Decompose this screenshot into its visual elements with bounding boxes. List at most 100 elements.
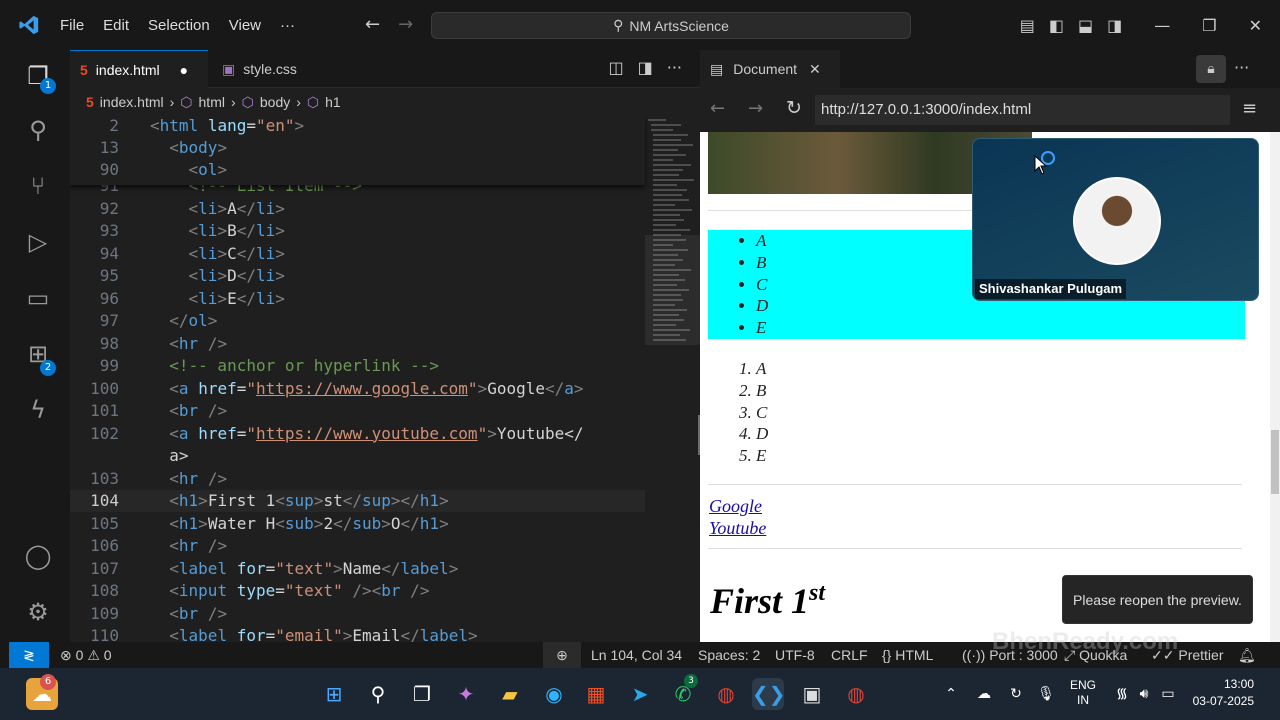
code-line[interactable]: 92 <li>A</li>	[70, 198, 285, 220]
cursor-position[interactable]: Ln 104, Col 34	[591, 642, 682, 668]
edge-icon[interactable]: ◉	[538, 678, 570, 710]
url-input[interactable]: http://127.0.0.1:3000/index.html	[815, 95, 1230, 125]
tab-index-html[interactable]: 5 index.html ●	[70, 50, 208, 88]
code-line[interactable]: 103 <hr />	[70, 468, 227, 490]
close-icon[interactable]: ✕	[809, 61, 821, 78]
vscode-logo-icon[interactable]	[18, 14, 40, 36]
menu-item[interactable]: View	[229, 17, 261, 34]
windows-start-icon[interactable]: ⊞	[318, 678, 350, 710]
code-line[interactable]: 93 <li>B</li>	[70, 220, 285, 242]
code-line[interactable]: 102 <a href="https://www.youtube.com">Yo…	[70, 423, 583, 445]
microphone-icon[interactable]: 🎙︎	[1030, 678, 1062, 710]
code-line[interactable]: 100 <a href="https://www.google.com">Goo…	[70, 378, 583, 400]
breadcrumb-file[interactable]: index.html	[100, 94, 164, 110]
battery-icon[interactable]: ▭	[1152, 678, 1184, 710]
code-line[interactable]: 109 <br />	[70, 603, 227, 625]
toggle-panel-icon[interactable]: ⬓	[1078, 16, 1093, 35]
gear-icon[interactable]: ⚙	[22, 596, 54, 628]
chrome-icon[interactable]: ◍	[710, 678, 742, 710]
code-line[interactable]: 108 <input type="text" /><br />	[70, 580, 429, 602]
onedrive-icon[interactable]: ☁	[968, 678, 1000, 710]
menu-item[interactable]: Edit	[103, 17, 129, 34]
toggle-sidebar-icon[interactable]: ◧	[1049, 16, 1064, 35]
search-icon[interactable]: ⚲	[362, 678, 394, 710]
menu-icon[interactable]: ≡	[1242, 98, 1257, 119]
code-line[interactable]: a>	[70, 445, 188, 467]
code-line[interactable]: 101 <br />	[70, 400, 227, 422]
minimap[interactable]	[645, 115, 700, 642]
sticky-line[interactable]: 2 <html lang="en">	[70, 115, 304, 137]
remote-indicator-icon[interactable]: ≷	[9, 642, 49, 668]
back-arrow-icon[interactable]: ←	[365, 14, 380, 35]
more-actions-icon[interactable]: ···	[667, 58, 682, 77]
google-link[interactable]: Google	[709, 496, 762, 517]
unsaved-dot-icon[interactable]: ●	[180, 62, 188, 78]
code-editor[interactable]: 2 <html lang="en"> 13 <body> 90 <ol> 91 <!-…	[70, 115, 700, 642]
source-control-icon[interactable]: ⑂	[22, 170, 54, 202]
code-line[interactable]: 97 </ol>	[70, 310, 218, 332]
indentation[interactable]: Spaces: 2	[698, 642, 760, 668]
copilot-icon[interactable]: ✦	[450, 678, 482, 710]
customize-layout-icon[interactable]: ▤	[1020, 16, 1035, 35]
code-line[interactable]: 98 <hr />	[70, 333, 227, 355]
code-line[interactable]: 94 <li>C</li>	[70, 243, 285, 265]
menu-item[interactable]: File	[60, 17, 84, 34]
run-debug-icon[interactable]: ▷	[22, 226, 54, 258]
file-explorer-icon[interactable]: ▰	[494, 678, 526, 710]
code-line[interactable]: 107 <label for="text">Name</label>	[70, 558, 458, 580]
language-indicator[interactable]: ENG IN	[1070, 678, 1096, 708]
app-icon[interactable]: ▣	[796, 678, 828, 710]
back-arrow-icon[interactable]: ←	[710, 98, 725, 119]
problems-indicator[interactable]: ⊗ 0 ⚠ 0	[60, 642, 112, 668]
open-preview-icon[interactable]: ◫	[608, 58, 623, 77]
toggle-secondary-sidebar-icon[interactable]: ◨	[1107, 16, 1122, 35]
lock-icon[interactable]: 🔒︎	[1196, 55, 1226, 83]
breadcrumb-html[interactable]: html	[199, 94, 225, 110]
video-call-window[interactable]: Shivashankar Pulugam	[972, 138, 1259, 301]
remote-explorer-icon[interactable]: ▭	[22, 282, 54, 314]
youtube-link[interactable]: Youtube	[709, 518, 766, 539]
telegram-icon[interactable]: ➤	[624, 678, 656, 710]
preview-scrollbar[interactable]	[1270, 132, 1280, 642]
forward-arrow-icon[interactable]: →	[398, 14, 413, 35]
store-icon[interactable]: ▦	[580, 678, 612, 710]
menu-item[interactable]: ···	[280, 17, 295, 34]
code-line[interactable]: 95 <li>D</li>	[70, 265, 285, 287]
encoding[interactable]: UTF-8	[775, 642, 815, 668]
minimize-icon[interactable]: —	[1154, 16, 1170, 35]
clock[interactable]: 13:00 03-07-2025	[1190, 676, 1254, 710]
language-mode[interactable]: {} HTML	[882, 642, 933, 668]
code-line[interactable]: 99 <!-- anchor or hyperlink -->	[70, 355, 439, 377]
code-line[interactable]: 96 <li>E</li>	[70, 288, 285, 310]
task-view-icon[interactable]: ❐	[406, 678, 438, 710]
tab-style-css[interactable]: ▣ style.css	[210, 50, 350, 88]
menu-item[interactable]: Selection	[148, 17, 210, 34]
breadcrumb-h1[interactable]: h1	[325, 94, 341, 110]
split-editor-icon[interactable]: ◨	[638, 58, 653, 77]
bell-icon[interactable]: 🔔︎	[1238, 642, 1256, 668]
lightning-icon[interactable]: ϟ	[22, 394, 54, 426]
code-line[interactable]: 110 <label for="email">Email</label>	[70, 625, 478, 642]
vscode-taskbar-icon[interactable]: ❮❯	[752, 678, 786, 710]
command-center[interactable]: ⚲ NM ArtsScience	[431, 12, 911, 39]
code-line[interactable]: 104 <h1>First 1<sup>st</sup></h1>	[70, 490, 645, 512]
account-icon[interactable]: ◯	[22, 540, 54, 572]
chrome-profile-icon[interactable]: ◍	[840, 678, 872, 710]
search-icon[interactable]: ⚲	[22, 114, 54, 146]
restore-icon[interactable]: ❐	[1202, 16, 1216, 35]
code-line[interactable]: 106 <hr />	[70, 535, 227, 557]
more-actions-icon[interactable]: ···	[1234, 58, 1249, 77]
code-line[interactable]: 105 <h1>Water H<sub>2</sub>O</h1>	[70, 513, 449, 535]
sticky-line[interactable]: 90 <ol>	[70, 159, 227, 181]
chevron-up-icon[interactable]: ⌃	[935, 678, 967, 710]
zoom-icon[interactable]: ⊕	[543, 642, 581, 668]
line-ending[interactable]: CRLF	[831, 642, 868, 668]
close-window-icon[interactable]: ✕	[1249, 16, 1262, 35]
scroll-thumb[interactable]	[1271, 430, 1279, 494]
sync-icon[interactable]: ↻	[1000, 678, 1032, 710]
breadcrumb-body[interactable]: body	[260, 94, 290, 110]
reload-icon[interactable]: ↻	[786, 97, 802, 119]
tab-document[interactable]: ▤ Document ✕	[700, 50, 840, 88]
sticky-line[interactable]: 13 <body>	[70, 137, 227, 159]
notification-toast[interactable]: Please reopen the preview.	[1062, 575, 1253, 624]
